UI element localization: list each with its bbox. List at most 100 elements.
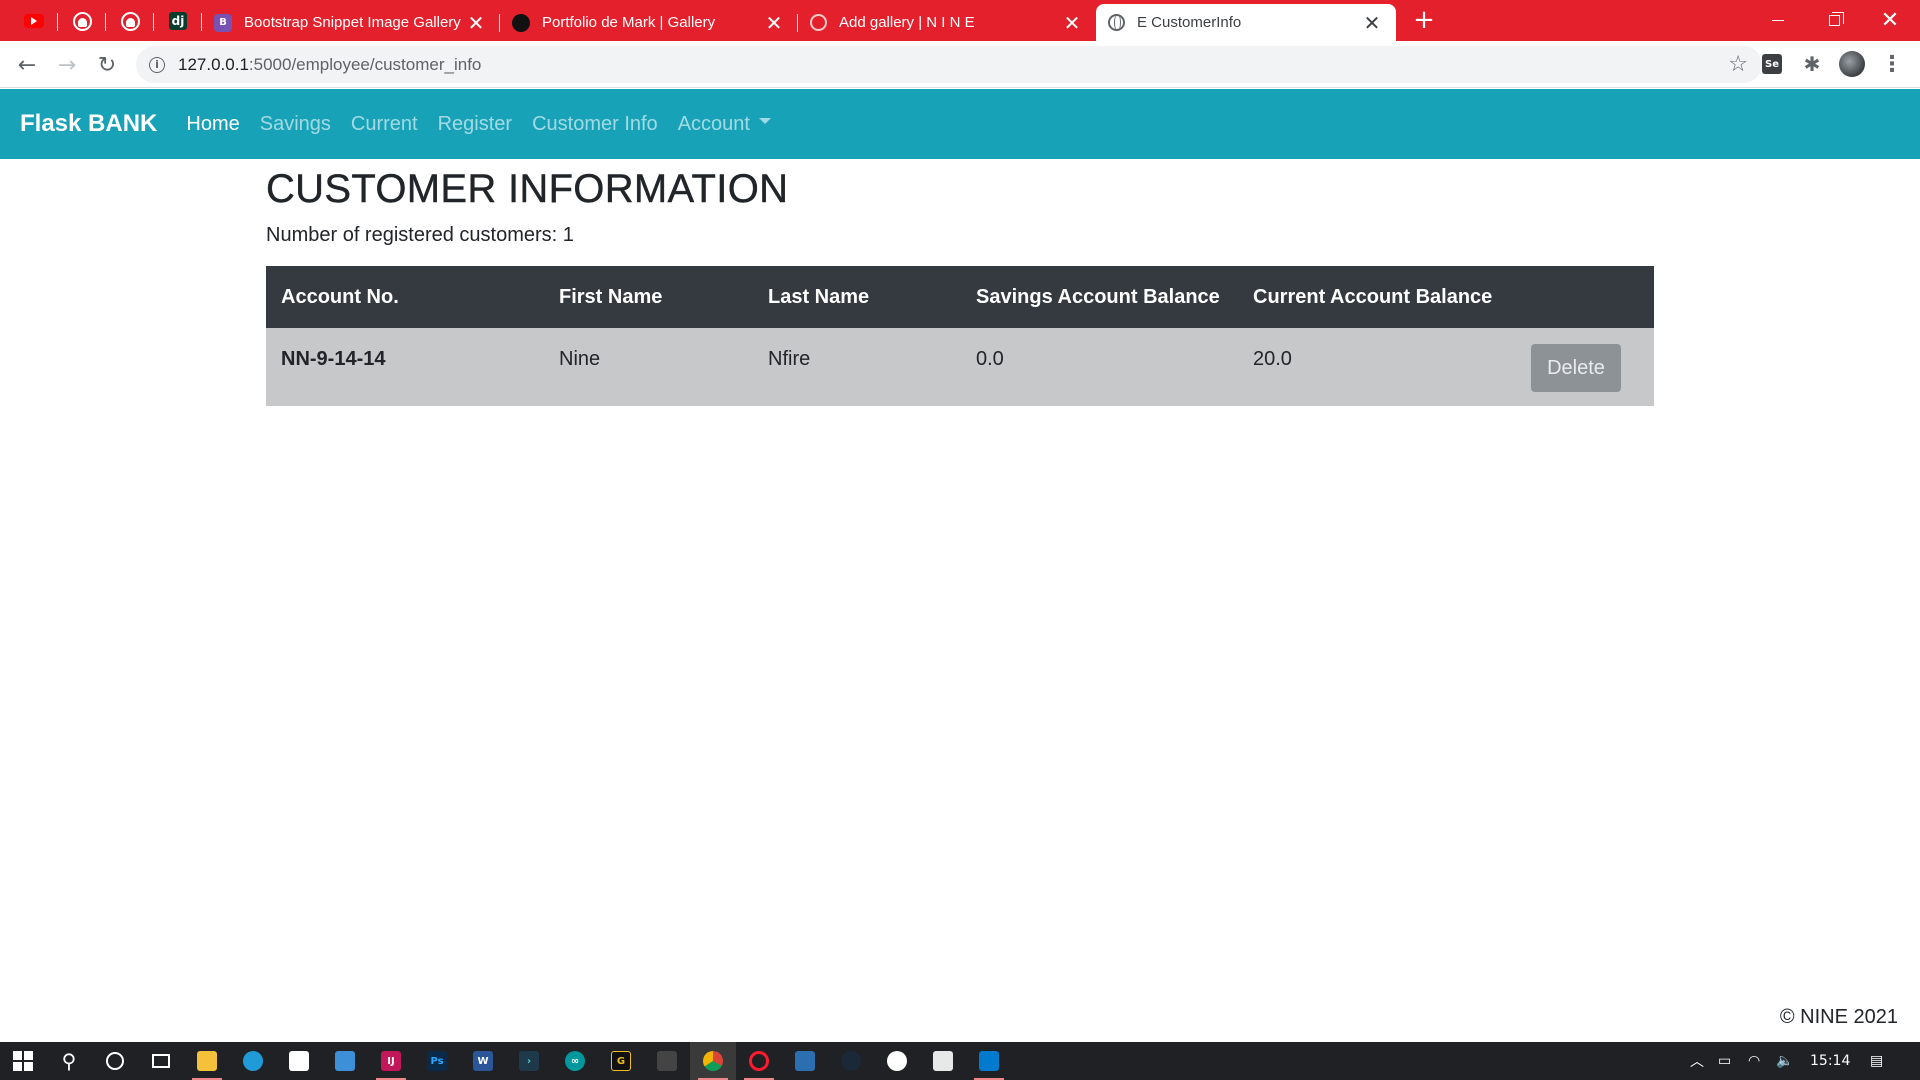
edge-icon: [243, 1051, 263, 1071]
django-icon: dj: [169, 12, 187, 30]
nav-customer-info[interactable]: Customer Info: [532, 113, 658, 136]
tab-bootstrap-gallery[interactable]: B Bootstrap Snippet Image Gallery ✕: [202, 4, 500, 41]
taskbar-steam[interactable]: [828, 1042, 874, 1080]
delete-button[interactable]: Delete: [1531, 344, 1621, 392]
chrome-icon: [703, 1051, 723, 1071]
url-host: 127.0.0.1: [178, 54, 249, 74]
wifi-indicator[interactable]: ◠: [1748, 1042, 1760, 1080]
tray-overflow-button[interactable]: ︿: [1690, 1042, 1704, 1080]
clock[interactable]: 15:14: [1810, 1042, 1850, 1080]
taskbar-unity[interactable]: [644, 1042, 690, 1080]
address-bar[interactable]: i 127.0.0.1:5000/employee/customer_info …: [136, 46, 1762, 83]
pinned-tab-youtube[interactable]: [10, 4, 58, 38]
selenium-extension-button[interactable]: Se: [1759, 51, 1785, 77]
vscode-icon: [979, 1051, 999, 1071]
taskbar-arduino[interactable]: ∞: [552, 1042, 598, 1080]
cortana-button[interactable]: [92, 1042, 138, 1080]
nav-account-label: Account: [677, 112, 750, 135]
app-navbar: Flask BANK Home Savings Current Register…: [0, 89, 1920, 159]
menu-button[interactable]: ⋮: [1879, 51, 1905, 77]
nav-register[interactable]: Register: [438, 113, 512, 136]
brand-logo[interactable]: Flask BANK: [20, 110, 157, 138]
back-button[interactable]: ←: [12, 50, 42, 80]
close-icon[interactable]: ✕: [466, 13, 486, 33]
close-icon[interactable]: ✕: [1362, 13, 1382, 33]
taskbar-word[interactable]: W: [460, 1042, 506, 1080]
unity-icon: [657, 1051, 677, 1071]
tab-portfolio[interactable]: Portfolio de Mark | Gallery ✕: [500, 4, 798, 41]
column-header-first-name: First Name: [559, 285, 663, 308]
minimize-button[interactable]: [1750, 0, 1806, 41]
nav-savings[interactable]: Savings: [260, 113, 331, 136]
taskbar-intellij[interactable]: IJ: [368, 1042, 414, 1080]
notifications-button[interactable]: ▤: [1870, 1042, 1883, 1080]
kebab-menu-icon: ⋮: [1881, 51, 1903, 77]
extensions-button[interactable]: ✱: [1799, 51, 1825, 77]
url-text[interactable]: 127.0.0.1:5000/employee/customer_info: [178, 55, 481, 75]
arduino-icon: ∞: [565, 1051, 585, 1071]
taskbar-slack[interactable]: [874, 1042, 920, 1080]
cell-account-no: NN-9-14-14: [281, 348, 386, 370]
restore-button[interactable]: [1806, 0, 1862, 41]
nav-home[interactable]: Home: [186, 113, 239, 136]
taskbar-app-g[interactable]: G: [598, 1042, 644, 1080]
task-view-icon: [152, 1054, 170, 1068]
taskbar-opera[interactable]: [736, 1042, 782, 1080]
pinned-tab-github[interactable]: [58, 4, 106, 38]
steam-icon: [841, 1051, 861, 1071]
cell-current-balance: 20.0: [1253, 348, 1292, 370]
profile-button[interactable]: [1839, 51, 1865, 77]
virtualbox-icon: [795, 1051, 815, 1071]
taskbar-vscode[interactable]: [966, 1042, 1012, 1080]
table-row: NN-9-14-14 Nine Nfire 0.0 20.0 Delete: [266, 328, 1654, 406]
app-icon: [933, 1051, 953, 1071]
close-icon[interactable]: ✕: [764, 13, 784, 33]
taskbar-store[interactable]: [276, 1042, 322, 1080]
photoshop-icon: Ps: [427, 1051, 447, 1071]
search-icon: ⚲: [61, 1049, 77, 1073]
battery-icon: ▭: [1718, 1053, 1732, 1069]
browser-toolbar: ← → ↻ i 127.0.0.1:5000/employee/customer…: [0, 41, 1920, 88]
tab-title: Add gallery | N I N E: [839, 14, 975, 31]
taskbar-virtualbox[interactable]: [782, 1042, 828, 1080]
clock-time: 15:14: [1810, 1053, 1851, 1069]
taskbar-terminal[interactable]: ›: [506, 1042, 552, 1080]
bookmark-star-icon[interactable]: ☆: [1728, 52, 1748, 77]
task-view-button[interactable]: [138, 1042, 184, 1080]
g-app-icon: G: [611, 1051, 631, 1071]
taskbar-file-explorer[interactable]: [184, 1042, 230, 1080]
word-icon: W: [473, 1051, 493, 1071]
tab-title: E CustomerInfo: [1137, 14, 1242, 31]
selenium-icon: Se: [1762, 54, 1782, 74]
tab-add-gallery[interactable]: Add gallery | N I N E ✕: [798, 4, 1096, 41]
volume-indicator[interactable]: 🔈: [1776, 1042, 1793, 1080]
pinned-tab-github-2[interactable]: [106, 4, 154, 38]
taskbar-photoshop[interactable]: Ps: [414, 1042, 460, 1080]
bootstrap-icon: B: [214, 13, 232, 32]
taskbar-mail[interactable]: [322, 1042, 368, 1080]
taskbar-chrome[interactable]: [690, 1042, 736, 1080]
start-button[interactable]: [0, 1042, 46, 1080]
nav-account-dropdown[interactable]: Account: [678, 113, 771, 136]
window-close-button[interactable]: ✕: [1862, 0, 1918, 41]
customer-count: Number of registered customers: 1: [266, 224, 574, 246]
pinned-tab-django[interactable]: dj: [154, 4, 202, 38]
nav-current[interactable]: Current: [351, 113, 418, 136]
column-header-account-no: Account No.: [281, 285, 399, 308]
taskbar-edge[interactable]: [230, 1042, 276, 1080]
reload-button[interactable]: ↻: [92, 50, 122, 80]
github-icon: [120, 11, 140, 31]
minimize-icon: [1772, 20, 1784, 21]
forward-button[interactable]: →: [52, 50, 82, 80]
tab-customer-info[interactable]: E CustomerInfo ✕: [1096, 4, 1396, 41]
main-content: CUSTOMER INFORMATION Number of registere…: [266, 159, 1654, 406]
cortana-icon: [106, 1052, 124, 1070]
info-icon[interactable]: i: [149, 56, 165, 73]
page-title: CUSTOMER INFORMATION: [266, 167, 789, 211]
search-button[interactable]: ⚲: [46, 1042, 92, 1080]
new-tab-button[interactable]: +: [1410, 6, 1438, 34]
close-icon[interactable]: ✕: [1062, 13, 1082, 33]
taskbar-app[interactable]: [920, 1042, 966, 1080]
notification-icon: ▤: [1870, 1053, 1884, 1069]
battery-indicator[interactable]: ▭: [1718, 1042, 1731, 1080]
